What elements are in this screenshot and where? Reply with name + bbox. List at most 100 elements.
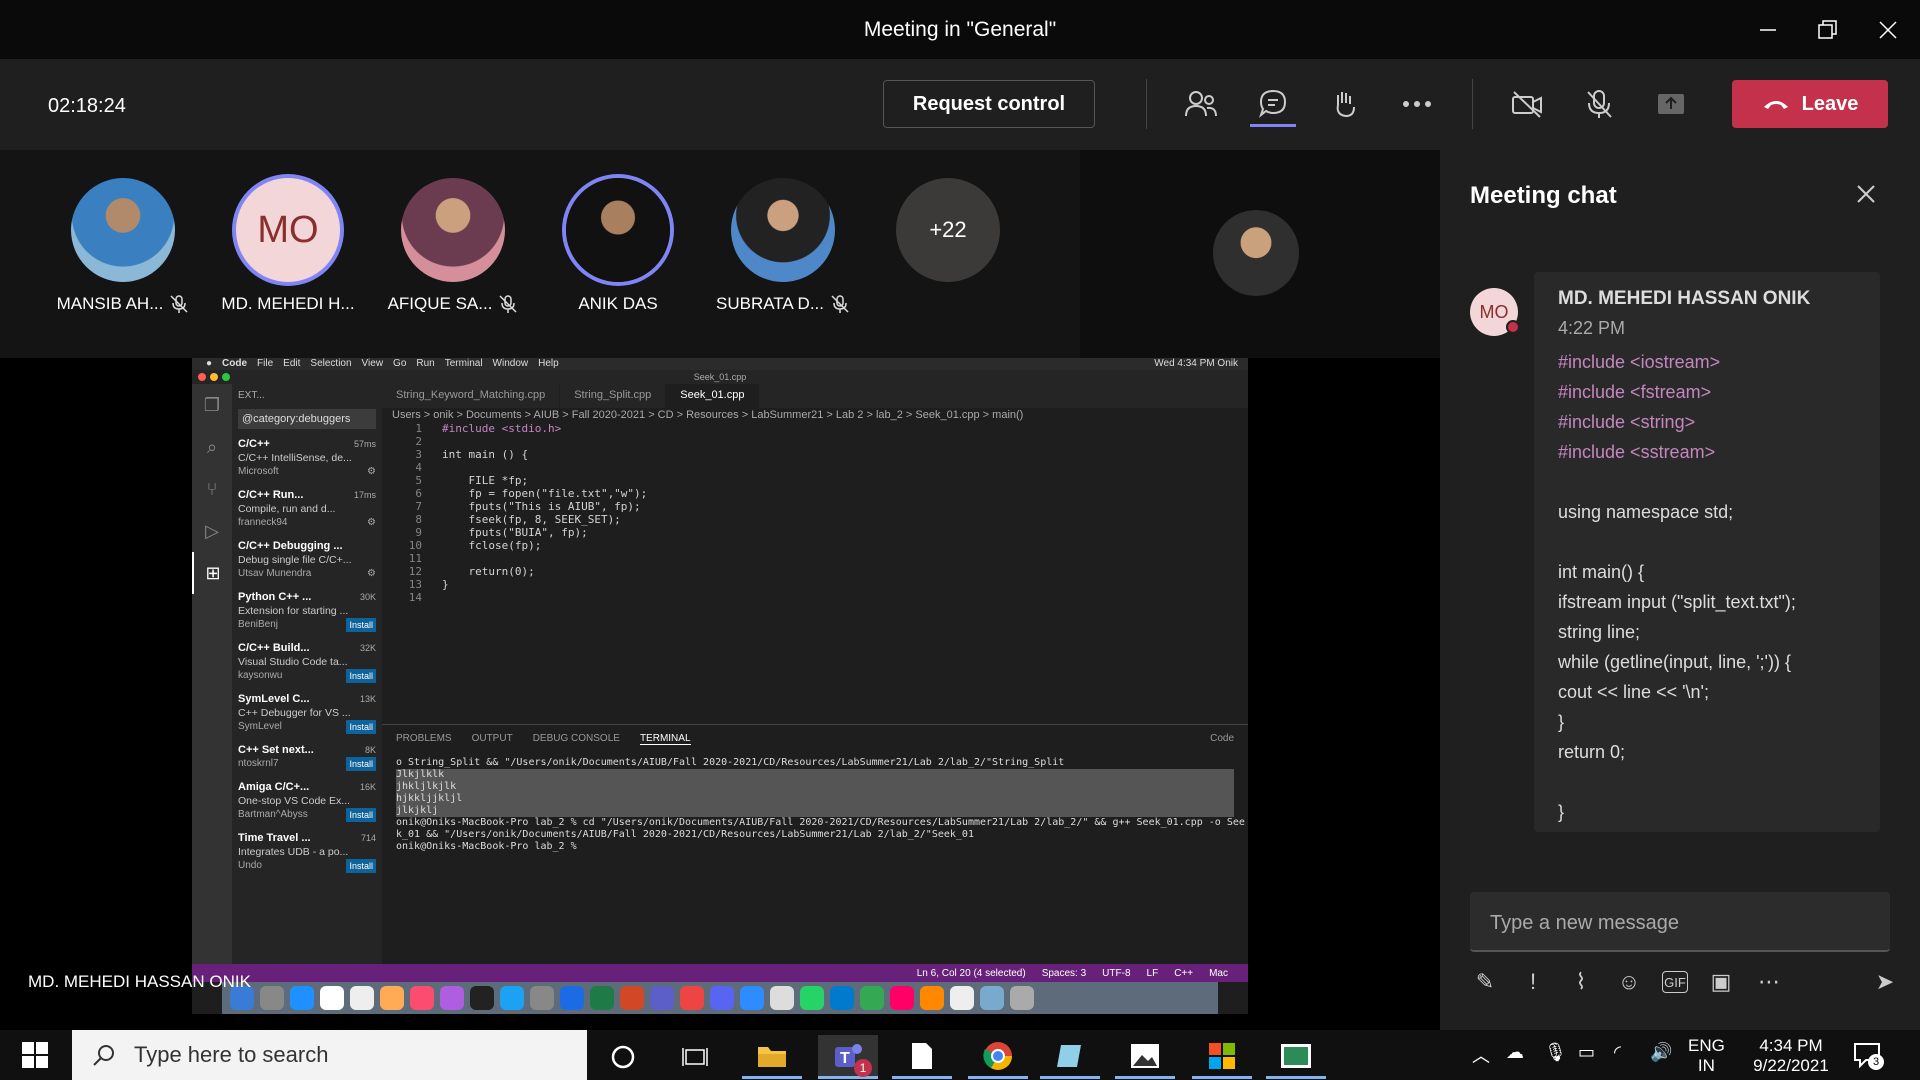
- photos-app[interactable]: [1115, 1035, 1175, 1079]
- dock-app-icon[interactable]: [980, 986, 1004, 1010]
- extension-search-input[interactable]: @category:debuggers: [238, 409, 376, 429]
- attach-icon[interactable]: ⌇: [1566, 967, 1596, 997]
- sheet-app[interactable]: [1266, 1035, 1326, 1079]
- language-indicator[interactable]: ENG IN: [1688, 1036, 1725, 1076]
- run-debug-icon[interactable]: ▷: [192, 510, 232, 552]
- dock-app-icon[interactable]: [800, 986, 824, 1010]
- install-button[interactable]: Install: [346, 618, 376, 632]
- share-button[interactable]: [1648, 81, 1694, 127]
- important-icon[interactable]: !: [1518, 967, 1548, 997]
- dock-app-icon[interactable]: [350, 986, 374, 1010]
- extension-item[interactable]: C/C++ 57ms C/C++ IntelliSense, de... Micros…: [238, 437, 376, 479]
- terminal-output[interactable]: o String_Split && "/Users/onik/Documents…: [382, 753, 1248, 857]
- minimize-dot-icon[interactable]: [210, 373, 218, 381]
- menu-item[interactable]: View: [362, 358, 384, 370]
- menu-item[interactable]: Help: [538, 358, 559, 370]
- status-item[interactable]: Spaces: 3: [1042, 968, 1086, 979]
- extension-item[interactable]: SymLevel C... 13K C++ Debugger for VS ... S…: [238, 692, 376, 734]
- dock-app-icon[interactable]: [830, 986, 854, 1010]
- participant-tile[interactable]: MANSIB AH...: [53, 178, 193, 314]
- dock-app-icon[interactable]: [890, 986, 914, 1010]
- dock-app-icon[interactable]: [620, 986, 644, 1010]
- more-actions-button[interactable]: [1394, 81, 1440, 127]
- participant-tile[interactable]: ANIK DAS: [548, 178, 688, 314]
- menu-item[interactable]: Selection: [310, 358, 351, 370]
- file-explorer-app[interactable]: [742, 1035, 802, 1079]
- tab-problems[interactable]: PROBLEMS: [396, 733, 452, 745]
- emoji-icon[interactable]: ☺: [1614, 967, 1644, 997]
- dock-app-icon[interactable]: [740, 986, 764, 1010]
- participant-tile[interactable]: MO MD. MEHEDI H...: [218, 178, 358, 314]
- office-app[interactable]: [1192, 1035, 1252, 1079]
- dock-app-icon[interactable]: [440, 986, 464, 1010]
- notifications-button[interactable]: 3: [1852, 1040, 1884, 1072]
- menu-item[interactable]: File: [257, 358, 273, 370]
- install-button[interactable]: Install: [346, 669, 376, 683]
- status-item[interactable]: LF: [1147, 968, 1159, 979]
- reactions-button[interactable]: [1322, 81, 1368, 127]
- gear-icon[interactable]: ⚙: [367, 465, 376, 479]
- status-item[interactable]: C++: [1174, 968, 1193, 979]
- tab-string-keyword-matching[interactable]: String_Keyword_Matching.cpp: [382, 384, 561, 408]
- dock-app-icon[interactable]: [560, 986, 584, 1010]
- menu-item[interactable]: Code: [222, 358, 247, 370]
- menu-item[interactable]: Terminal: [445, 358, 483, 370]
- chrome-app[interactable]: [968, 1035, 1028, 1079]
- status-item[interactable]: Mac: [1209, 968, 1228, 979]
- dock-app-icon[interactable]: [770, 986, 794, 1010]
- dock-app-icon[interactable]: [860, 986, 884, 1010]
- dock-app-icon[interactable]: [500, 986, 524, 1010]
- extension-item[interactable]: Python C++ ... 30K Extension for starting …: [238, 590, 376, 632]
- gear-icon[interactable]: ⚙: [367, 516, 376, 530]
- sticker-icon[interactable]: ▣: [1706, 967, 1736, 997]
- extension-item[interactable]: Time Travel ... 714 Integrates UDB - a po.…: [238, 831, 376, 873]
- battery-icon[interactable]: ▭: [1578, 1042, 1595, 1063]
- close-dot-icon[interactable]: [198, 373, 206, 381]
- leave-button[interactable]: Leave: [1732, 80, 1888, 128]
- status-item[interactable]: Ln 6, Col 20 (4 selected): [917, 968, 1026, 979]
- extension-item[interactable]: C/C++ Run... 17ms Compile, run and d... fra…: [238, 488, 376, 530]
- avatar[interactable]: MO: [1470, 288, 1520, 336]
- dock-app-icon[interactable]: [530, 986, 554, 1010]
- request-control-button[interactable]: Request control: [883, 80, 1095, 128]
- participant-tile[interactable]: SUBRATA D...: [713, 178, 853, 314]
- install-button[interactable]: Install: [346, 859, 376, 873]
- dock-app-icon[interactable]: [260, 986, 284, 1010]
- menu-item[interactable]: Run: [416, 358, 434, 370]
- gif-icon[interactable]: GIF: [1662, 971, 1688, 993]
- terminal-profile-label[interactable]: Code: [1210, 733, 1234, 745]
- participant-tile[interactable]: AFIQUE SA...: [383, 178, 523, 314]
- dock-app-icon[interactable]: [320, 986, 344, 1010]
- dock-app-icon[interactable]: [410, 986, 434, 1010]
- participants-button[interactable]: [1178, 81, 1224, 127]
- start-button[interactable]: [0, 1030, 70, 1080]
- dock-app-icon[interactable]: [590, 986, 614, 1010]
- tab-seek-01[interactable]: Seek_01.cpp: [666, 384, 760, 408]
- chat-button[interactable]: [1250, 81, 1296, 127]
- menu-item[interactable]: Edit: [283, 358, 300, 370]
- teams-app[interactable]: T 1: [818, 1035, 878, 1079]
- clock[interactable]: 4:34 PM 9/22/2021: [1736, 1036, 1846, 1076]
- message-input[interactable]: Type a new message: [1470, 892, 1890, 952]
- more-participants-tile[interactable]: +22: [878, 178, 1018, 282]
- zoom-dot-icon[interactable]: [222, 373, 230, 381]
- search-icon[interactable]: ⌕: [192, 426, 232, 468]
- camera-toggle-button[interactable]: [1504, 81, 1550, 127]
- mic-toggle-button[interactable]: [1576, 81, 1622, 127]
- extension-item[interactable]: C++ Set next... 8K ntoskrnl7 Install: [238, 743, 376, 771]
- task-view-button[interactable]: [665, 1035, 725, 1079]
- format-icon[interactable]: ✎: [1470, 967, 1500, 997]
- close-chat-button[interactable]: [1852, 180, 1880, 208]
- volume-icon[interactable]: 🔊: [1650, 1042, 1672, 1063]
- code-editor[interactable]: 1 #include <stdio.h> 2 3 int main () {4 5 FIL…: [382, 422, 1248, 722]
- restore-button[interactable]: [1808, 10, 1848, 50]
- dock-app-icon[interactable]: [950, 986, 974, 1010]
- dock-app-icon[interactable]: [1010, 986, 1034, 1010]
- dock-app-icon[interactable]: [710, 986, 734, 1010]
- dock-app-icon[interactable]: [650, 986, 674, 1010]
- microphone-icon[interactable]: 🎙: [1544, 1042, 1567, 1063]
- install-button[interactable]: Install: [346, 808, 376, 822]
- source-control-icon[interactable]: ⑂: [192, 468, 232, 510]
- extension-item[interactable]: C/C++ Debugging ... Debug single file C/C…: [238, 539, 376, 581]
- extension-item[interactable]: Amiga C/C+... 16K One-stop VS Code Ex... Ba…: [238, 780, 376, 822]
